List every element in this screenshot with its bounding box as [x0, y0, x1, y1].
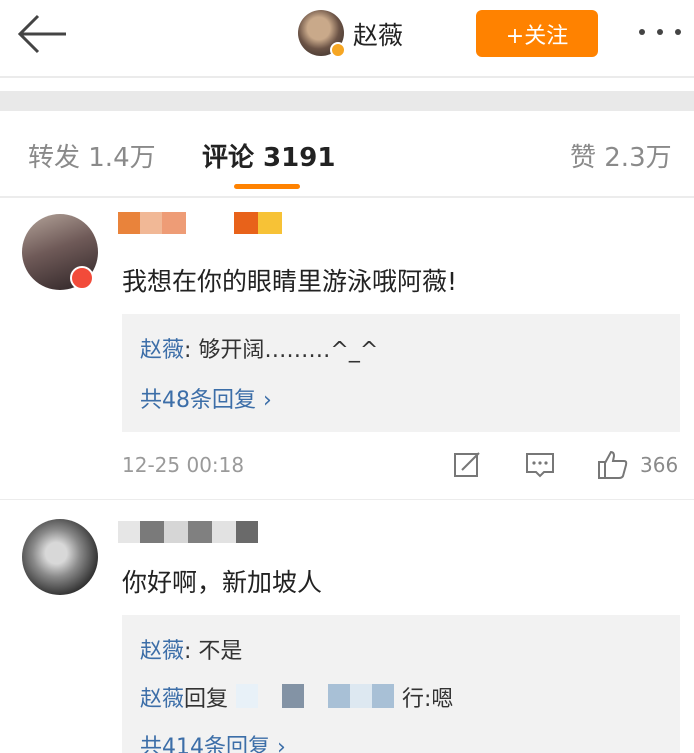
comment-icon[interactable] [524, 448, 556, 482]
profile-name[interactable]: 赵薇 [353, 16, 403, 52]
like-thumb-icon[interactable] [596, 448, 630, 482]
tab-likes[interactable]: 赞 2.3万 [570, 137, 672, 174]
reply-text: : 不是 [184, 639, 243, 664]
redacted-username-block [282, 684, 304, 708]
more-dots-icon[interactable] [636, 18, 684, 46]
comment-item: 我想在你的眼睛里游泳哦阿薇! 赵薇: 够开阔………^_^ 共48条回复 › 12… [0, 200, 694, 500]
reply-author[interactable]: 赵薇 [140, 338, 184, 363]
top-nav-bar: 赵薇 +关注 [0, 0, 694, 76]
redacted-username-block [372, 684, 394, 708]
username-mosaic[interactable] [118, 521, 260, 543]
username-mosaic[interactable] [118, 212, 286, 234]
reply-box[interactable]: 赵薇: 够开阔………^_^ 共48条回复 › [122, 314, 680, 432]
verified-badge-icon [330, 42, 346, 58]
more-replies-link[interactable]: 共414条回复 › [140, 729, 286, 753]
comment-text: 你好啊，新加坡人 [122, 568, 323, 597]
reply-author[interactable]: 赵薇 [140, 639, 184, 664]
like-count: 366 [640, 453, 679, 477]
comment-text: 我想在你的眼睛里游泳哦阿薇! [122, 267, 458, 296]
follow-button[interactable]: +关注 [476, 10, 598, 57]
tab-reposts[interactable]: 转发 1.4万 [28, 137, 156, 174]
reply-line: 赵薇: 不是 [140, 633, 242, 665]
tab-bar: 转发 1.4万 评论 3191 赞 2.3万 [0, 112, 694, 198]
back-arrow-icon[interactable] [14, 12, 70, 56]
more-replies-link[interactable]: 共48条回复 › [140, 382, 272, 414]
comment-item: 你好啊，新加坡人 赵薇: 不是 赵薇回复 行:嗯 共414条回复 › [0, 501, 694, 753]
tab-comments[interactable]: 评论 3191 [202, 137, 335, 174]
redacted-username-block [328, 684, 350, 708]
redacted-username-block [350, 684, 372, 708]
member-badge-icon [70, 266, 94, 290]
divider [0, 76, 694, 78]
reply-line: 赵薇回复 行:嗯 [140, 681, 540, 712]
section-separator [0, 91, 694, 111]
reply-box[interactable]: 赵薇: 不是 赵薇回复 行:嗯 共414条回复 › [122, 615, 680, 753]
commenter-avatar[interactable] [22, 519, 98, 595]
reply-text: : 够开阔………^_^ [184, 338, 379, 363]
comment-timestamp: 12-25 00:18 [122, 453, 245, 477]
reply-author[interactable]: 赵薇 [140, 687, 184, 712]
active-tab-indicator [234, 184, 300, 189]
reply-line: 赵薇: 够开阔………^_^ [140, 332, 378, 364]
redacted-username-block [236, 684, 258, 708]
reply-text-tail: 行:嗯 [402, 687, 454, 712]
reply-text: 回复 [184, 687, 229, 712]
repost-icon[interactable] [452, 448, 482, 482]
